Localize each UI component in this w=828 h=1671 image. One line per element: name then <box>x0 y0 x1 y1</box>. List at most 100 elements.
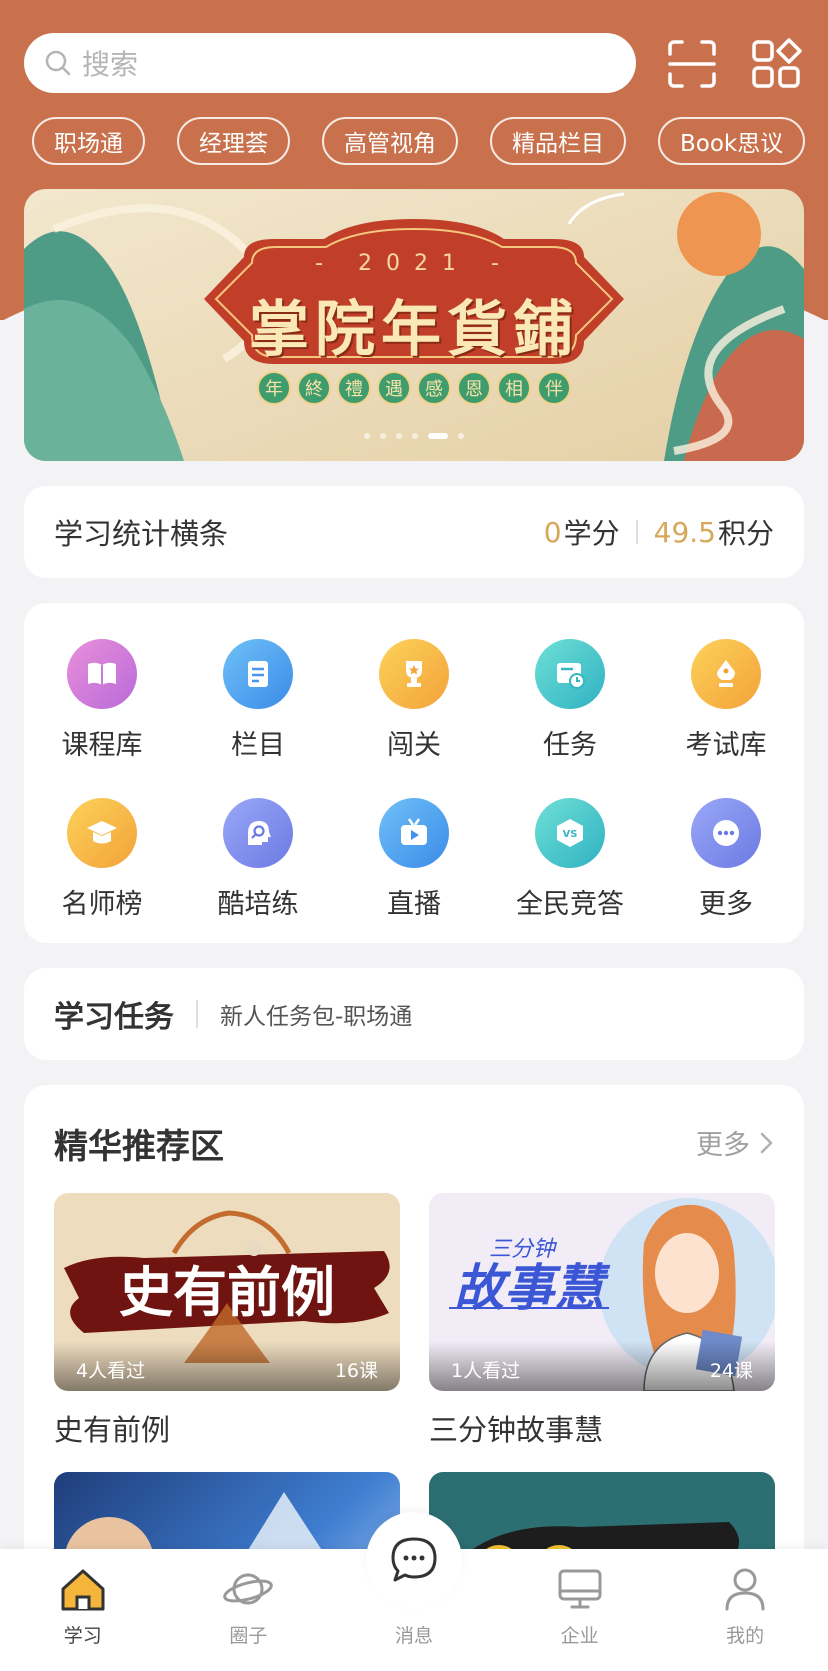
search-input[interactable]: 搜索 <box>24 33 636 93</box>
tab-label: 消息 <box>394 1625 433 1647</box>
study-stats-bar[interactable]: 学习统计横条 0 学分 49.5 积分 <box>24 486 804 578</box>
person-icon <box>719 1563 771 1615</box>
planet-icon <box>222 1563 274 1615</box>
course-card[interactable]: 三分钟 故事慧 1人看过 24课 三分钟故事慧 <box>429 1193 775 1449</box>
credits-value: 0 <box>543 515 562 549</box>
home-icon <box>57 1563 109 1615</box>
grid-label: 课程库 <box>61 730 143 761</box>
tab-study[interactable]: 学习 <box>0 1549 166 1671</box>
banner-subtitle-char: 相 <box>497 371 531 405</box>
grid-label: 名师榜 <box>61 889 143 920</box>
task-divider <box>196 1000 198 1028</box>
banner-title: 掌院年貨鋪 <box>249 295 579 365</box>
task-text: 新人任务包-职场通 <box>220 1004 413 1030</box>
tab-label: 我的 <box>726 1625 765 1647</box>
course-thumbnail: 三分钟 故事慧 1人看过 24课 <box>429 1193 775 1391</box>
page-dot[interactable] <box>458 433 464 439</box>
tab-enterprise[interactable]: 企业 <box>497 1549 663 1671</box>
message-button[interactable] <box>366 1512 462 1608</box>
message-icon <box>391 1537 437 1582</box>
category-chips: 职场通 经理荟 高管视角 精品栏目 Book思议 <box>32 117 828 165</box>
task-clock-icon <box>535 639 605 709</box>
apps-grid-icon[interactable] <box>750 38 802 90</box>
grid-label: 全民竞答 <box>516 889 624 920</box>
feature-grid-card: 课程库 栏目 闯关 任务 考试库 名师榜 酷培练 直播 VS 全民竞答 更多 <box>24 603 804 943</box>
grid-label: 更多 <box>699 889 753 920</box>
tab-me[interactable]: 我的 <box>662 1549 828 1671</box>
page-dot[interactable] <box>412 433 418 439</box>
chip-booksiyi[interactable]: Book思议 <box>658 117 806 165</box>
page-dot-active[interactable] <box>428 433 448 439</box>
vs-badge-icon: VS <box>535 798 605 868</box>
course-views: 4人看过 <box>76 1360 146 1382</box>
grid-item-challenge[interactable]: 闯关 <box>336 639 492 762</box>
course-lessons: 16课 <box>334 1360 378 1382</box>
chip-jinglihui[interactable]: 经理荟 <box>177 117 290 165</box>
banner-subtitle-char: 禮 <box>337 371 371 405</box>
stats-title: 学习统计横条 <box>54 517 229 551</box>
grid-label: 任务 <box>543 730 597 761</box>
tab-label: 圈子 <box>229 1625 268 1647</box>
svg-text:VS: VS <box>563 829 578 840</box>
grid-label: 酷培练 <box>217 889 299 920</box>
head-search-icon <box>223 798 293 868</box>
thumb-title: 史有前例 <box>119 1260 335 1324</box>
page-dot[interactable] <box>380 433 386 439</box>
grid-item-course-library[interactable]: 课程库 <box>24 639 180 762</box>
chip-zhichangtong[interactable]: 职场通 <box>32 117 145 165</box>
course-name: 三分钟故事慧 <box>429 1413 604 1447</box>
document-icon <box>223 639 293 709</box>
grid-item-columns[interactable]: 栏目 <box>180 639 336 762</box>
course-card[interactable]: 史有前例 4人看过 16课 史有前例 <box>54 1193 400 1449</box>
grid-item-exam-library[interactable]: 考试库 <box>648 639 804 762</box>
promo-banner[interactable]: - 2021 - 掌院年貨鋪 年 終 禮 遇 感 恩 相 伴 <box>24 189 804 461</box>
stats-divider <box>635 520 638 544</box>
trophy-icon <box>379 639 449 709</box>
tab-circle[interactable]: 圈子 <box>166 1549 332 1671</box>
banner-subtitle: 年 終 禮 遇 感 恩 相 伴 <box>24 371 804 405</box>
course-lessons: 24课 <box>709 1360 753 1382</box>
more-link[interactable]: 更多 <box>696 1123 776 1162</box>
more-dots-icon <box>691 798 761 868</box>
grid-item-live[interactable]: 直播 <box>336 798 492 921</box>
chip-jingpinlanmu[interactable]: 精品栏目 <box>490 117 626 165</box>
grid-item-tasks[interactable]: 任务 <box>492 639 648 762</box>
monitor-icon <box>554 1563 606 1615</box>
grid-label: 考试库 <box>685 730 767 761</box>
chevron-right-icon <box>760 1132 773 1153</box>
task-title: 学习任务 <box>54 1000 174 1035</box>
chip-gaoguanshijiao[interactable]: 高管视角 <box>322 117 458 165</box>
banner-pagination <box>24 433 804 439</box>
search-placeholder: 搜索 <box>82 48 139 81</box>
banner-subtitle-char: 伴 <box>537 371 571 405</box>
search-icon <box>44 49 72 77</box>
study-task-bar[interactable]: 学习任务 新人任务包-职场通 <box>24 968 804 1060</box>
grid-item-top-teachers[interactable]: 名师榜 <box>24 798 180 921</box>
grid-item-cool-training[interactable]: 酷培练 <box>180 798 336 921</box>
course-thumbnail: 史有前例 4人看过 16课 <box>54 1193 400 1391</box>
points-unit: 积分 <box>717 517 774 550</box>
tab-label: 企业 <box>560 1625 599 1647</box>
grid-label: 直播 <box>387 889 441 920</box>
tab-label: 学习 <box>63 1625 102 1647</box>
graduation-cap-icon <box>67 798 137 868</box>
more-label: 更多 <box>696 1130 750 1161</box>
points-value: 49.5 <box>653 515 716 549</box>
thumb-title: 故事慧 <box>454 1259 611 1317</box>
banner-subtitle-char: 終 <box>297 371 331 405</box>
book-icon <box>67 639 137 709</box>
tv-icon <box>379 798 449 868</box>
scan-icon[interactable] <box>666 38 718 90</box>
grid-item-more[interactable]: 更多 <box>648 798 804 921</box>
grid-item-quiz[interactable]: VS 全民竞答 <box>492 798 648 921</box>
grid-label: 闯关 <box>387 730 441 761</box>
page-dot[interactable] <box>396 433 402 439</box>
section-title: 精华推荐区 <box>54 1127 224 1167</box>
banner-year: - 2021 - <box>315 251 513 276</box>
page-dot[interactable] <box>364 433 370 439</box>
course-name: 史有前例 <box>54 1413 171 1447</box>
credits-unit: 学分 <box>563 517 620 550</box>
banner-subtitle-char: 恩 <box>457 371 491 405</box>
banner-subtitle-char: 遇 <box>377 371 411 405</box>
feature-grid: 课程库 栏目 闯关 任务 考试库 名师榜 酷培练 直播 VS 全民竞答 更多 <box>24 639 804 921</box>
